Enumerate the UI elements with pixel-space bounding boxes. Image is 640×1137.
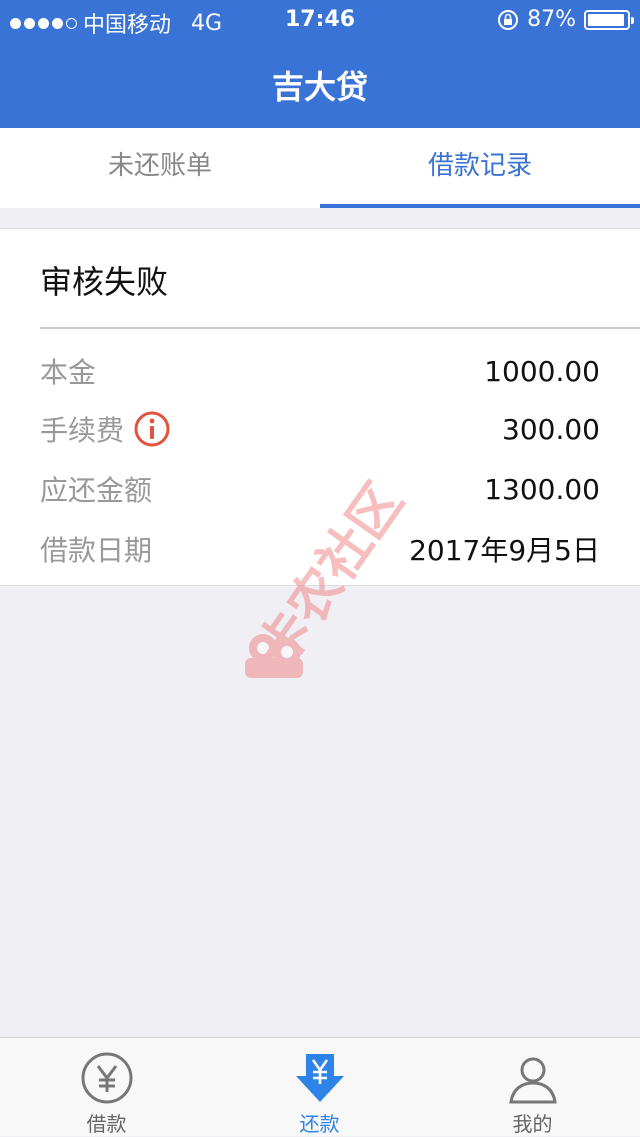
yen-download-icon — [295, 1054, 344, 1102]
fee-label: 手续费 — [40, 414, 125, 447]
tabbar-item-repay[interactable]: 还款 — [213, 1038, 426, 1136]
person-icon — [508, 1057, 557, 1104]
battery-percent: 87% — [527, 7, 576, 32]
tabbar-label-repay: 还款 — [299, 1112, 340, 1136]
status-bar: 中国移动 4G 17:46 87% — [0, 0, 640, 40]
tabbar-label-mine: 我的 — [512, 1112, 553, 1136]
battery-icon — [584, 9, 634, 30]
tab-bar-top: 未还账单 借款记录 — [0, 128, 640, 208]
tabbar-item-mine[interactable]: 我的 — [426, 1038, 639, 1136]
orientation-lock-icon — [498, 9, 519, 30]
divider — [40, 327, 640, 329]
fee-value: 300.00 — [502, 412, 600, 446]
tab-unpaid-bills[interactable]: 未还账单 — [0, 128, 320, 208]
fee-row: 手续费 300.00 — [40, 407, 600, 451]
principal-row: 本金 1000.00 — [40, 349, 600, 393]
tabbar-item-borrow[interactable]: 借款 — [0, 1038, 213, 1136]
principal-value: 1000.00 — [484, 354, 600, 388]
page-title: 吉大贷 — [271, 68, 368, 106]
amount-due-value: 1300.00 — [484, 472, 600, 506]
amount-due-label: 应还金额 — [40, 474, 153, 507]
amount-due-row: 应还金额 1300.00 — [40, 467, 600, 511]
app-header: 中国移动 4G 17:46 87% 吉大贷 — [0, 0, 640, 128]
principal-label: 本金 — [40, 356, 97, 389]
yen-circle-icon — [81, 1052, 132, 1104]
loan-date-row: 借款日期 2017年9月5日 — [40, 527, 600, 571]
tab-loan-records[interactable]: 借款记录 — [320, 128, 640, 208]
loan-record-card[interactable]: 审核失败 本金 1000.00 手续费 300.00 应还金额 1300.00 … — [0, 228, 640, 586]
loan-date-value: 2017年9月5日 — [409, 534, 600, 567]
info-icon[interactable] — [134, 411, 170, 447]
loan-date-label: 借款日期 — [40, 534, 153, 567]
tabbar-label-borrow: 借款 — [86, 1112, 127, 1136]
record-status: 审核失败 — [40, 263, 169, 301]
bottom-tab-bar: 借款 还款 我的 — [0, 1037, 640, 1136]
